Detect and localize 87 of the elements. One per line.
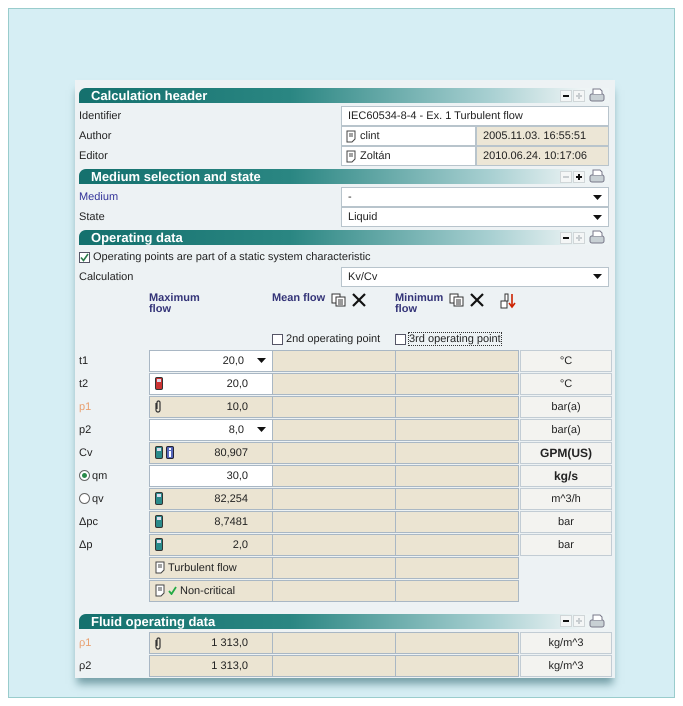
checkbox[interactable] [79,252,90,263]
field-label: State [79,211,106,224]
unit-button[interactable]: GPM(US) [520,442,612,464]
status-cell: Turbulent flow [149,556,273,579]
column-header: Maximum flow [149,292,201,315]
radio-button[interactable] [79,470,90,482]
unit-button[interactable]: °C [520,372,612,395]
print-icon[interactable] [589,88,605,104]
section-title: Calculation header [91,88,208,104]
row-label: ρ1 [79,637,92,650]
field-label: Author [79,130,112,142]
dropdown-caret-icon[interactable] [593,214,602,220]
value-field[interactable]: 2,0 [149,534,273,556]
note-icon [346,150,356,163]
section-title: Medium selection and state [91,169,262,184]
expand-button[interactable] [573,170,585,183]
check-icon [168,586,177,596]
note-icon [346,130,356,143]
row-label: Δpc [79,516,98,528]
date-field: 2010.06.24. 10:17:06 [476,146,609,166]
radio-button[interactable] [79,493,90,504]
dropdown-field[interactable]: - [341,187,609,208]
value-field[interactable]: 80,907 [149,442,273,464]
value-field[interactable]: 20,0 [149,372,273,395]
note-icon [155,561,165,574]
field-label: Identifier [79,110,122,122]
value-field[interactable]: 1 313,0 [149,655,273,678]
row-label: Cv [79,446,92,459]
dropdown-caret-icon[interactable] [593,274,602,280]
section-title: Operating data [91,230,184,246]
unit-button[interactable]: kg/m^3 [520,632,612,654]
row-label: t2 [79,378,88,390]
dropdown-field[interactable]: Kv/Cv [341,266,609,287]
sort-icon[interactable] [500,292,517,309]
row-label: qm [92,470,108,482]
unit-button[interactable]: bar(a) [520,396,612,418]
column-header: Mean flow [272,292,326,304]
unit-button[interactable]: kg/s [520,464,612,487]
copy-icon[interactable] [449,292,464,307]
section-title: Fluid operating data [91,614,216,629]
unit-button[interactable]: °C [520,350,612,372]
value-field[interactable]: 8,0 [149,418,273,441]
dropdown-field[interactable]: Liquid [341,207,609,228]
collapse-button[interactable] [560,232,572,244]
delete-icon[interactable] [470,292,484,307]
checkbox-label: Operating points are part of a static system characteristic [93,251,371,264]
checkbox-label: 2nd operating point [286,333,380,346]
value-field[interactable]: 20,0 [149,350,273,372]
row-label: qv [92,492,104,505]
note-icon [155,584,165,598]
dropdown-caret-icon[interactable] [593,194,602,200]
row-label: p1 [79,400,92,413]
row-label: Δp [79,538,92,551]
collapse-button[interactable] [560,90,572,102]
collapse-button[interactable] [560,615,572,628]
date-field: 2005.11.03. 16:55:51 [476,126,609,146]
value-field[interactable]: 1 313,0 [149,632,273,654]
checkbox[interactable] [272,334,283,345]
checkbox[interactable] [395,334,406,345]
delete-icon[interactable] [352,292,366,307]
user-field[interactable]: clint [341,126,476,146]
row-label: p2 [79,424,92,436]
unit-button[interactable]: bar [520,510,612,533]
column-header: Minimum flow [395,292,443,315]
print-icon[interactable] [589,614,605,629]
print-icon[interactable] [589,169,605,184]
unit-button[interactable]: bar(a) [520,418,612,441]
value-field[interactable]: 82,254 [149,488,273,510]
identifier-field[interactable]: IEC60534-8-4 - Ex. 1 Turbulent flow [341,106,609,126]
unit-button[interactable]: bar [520,534,612,556]
copy-icon[interactable] [331,292,346,307]
field-label: Medium [79,191,120,204]
dropdown-caret-icon[interactable] [257,358,266,364]
value-field[interactable]: 8,7481 [149,510,273,533]
field-label: Editor [79,150,109,162]
value-field[interactable]: 10,0 [149,396,273,418]
row-label: t1 [79,354,88,367]
print-icon[interactable] [589,230,605,246]
unit-button[interactable]: kg/m^3 [520,655,612,678]
user-field[interactable]: Zoltán [341,146,476,166]
field-label: Calculation [79,270,134,283]
value-field[interactable]: 30,0 [149,464,273,487]
status-cell: Non-critical [149,580,273,602]
checkbox-label: 3rd operating point [409,333,501,346]
unit-button[interactable]: m^3/h [520,488,612,510]
row-label: ρ2 [79,660,92,672]
dropdown-caret-icon[interactable] [257,427,266,432]
